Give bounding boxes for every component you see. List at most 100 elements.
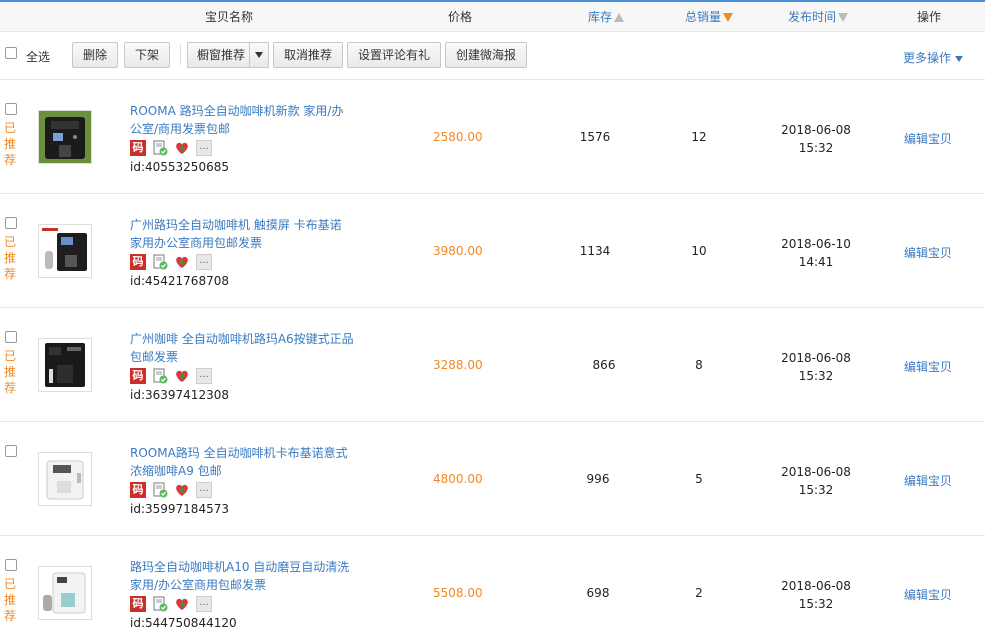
delist-button[interactable]: 下架	[124, 42, 171, 68]
invoice-verified-icon[interactable]	[152, 596, 168, 612]
select-all-checkbox[interactable]	[5, 47, 17, 59]
product-title-link[interactable]: 广州咖啡 全自动咖啡机路玛A6按键式正品 包邮发票	[130, 330, 355, 366]
more-tags-icon[interactable]: ...	[196, 596, 212, 612]
edit-item-link[interactable]: 编辑宝贝	[904, 586, 952, 603]
product-price: 2580.00	[433, 130, 483, 144]
more-tags-icon[interactable]: ...	[196, 140, 212, 156]
row-checkbox[interactable]	[5, 103, 17, 115]
edit-item-link[interactable]: 编辑宝贝	[904, 244, 952, 261]
product-title-link[interactable]: ROOMA路玛 全自动咖啡机卡布基诺意式浓缩咖啡A9 包邮	[130, 444, 355, 480]
edit-item-link[interactable]: 编辑宝贝	[904, 130, 952, 147]
row-checkbox[interactable]	[5, 331, 17, 343]
invoice-verified-icon[interactable]	[152, 368, 168, 384]
product-id: id:36397412308	[130, 388, 229, 402]
more-actions-label: 更多操作	[903, 51, 952, 65]
recommended-char: 荐	[4, 153, 17, 167]
recommended-char: 荐	[4, 609, 17, 623]
product-sales: 2	[695, 586, 703, 600]
showcase-recommend-dropdown[interactable]	[249, 42, 269, 68]
table-row: 已推荐 路玛全自动咖啡机A10 自动磨豆自动清洗 家用/办公室商用包邮发票 码 …	[0, 536, 985, 635]
more-tags-icon[interactable]: ...	[196, 482, 212, 498]
recommended-char: 荐	[4, 381, 17, 395]
product-stock: 1134	[579, 244, 611, 258]
select-all-label[interactable]: 全选	[26, 48, 50, 65]
product-id: id:40553250685	[130, 160, 229, 174]
edit-item-link[interactable]: 编辑宝贝	[904, 358, 952, 375]
product-price: 4800.00	[433, 472, 483, 486]
publish-date: 2018-06-08	[781, 351, 851, 365]
product-thumbnail[interactable]	[38, 224, 92, 278]
recommended-char: 推	[4, 137, 17, 151]
product-id: id:45421768708	[130, 274, 229, 288]
table-row: 已推荐 ROOMA 路玛全自动咖啡机新款 家用/办公室/商用发票包邮 码 ...…	[0, 80, 985, 194]
product-price: 3288.00	[433, 358, 483, 372]
invoice-verified-icon[interactable]	[152, 254, 168, 270]
publish-datetime: 2018-06-10 14:41	[781, 235, 851, 271]
header-stock-sort[interactable]: 库存	[588, 2, 625, 32]
publish-time: 15:32	[798, 483, 834, 497]
product-price: 5508.00	[433, 586, 483, 600]
product-sales: 12	[691, 130, 707, 144]
code-icon[interactable]: 码	[130, 482, 146, 498]
delete-button[interactable]: 删除	[72, 42, 119, 68]
header-sales-label: 总销量	[684, 10, 722, 24]
review-gift-button[interactable]: 设置评论有礼	[347, 42, 442, 68]
product-sales: 8	[695, 358, 703, 372]
charity-heart-icon[interactable]	[174, 596, 190, 612]
showcase-recommend-button[interactable]: 橱窗推荐	[187, 42, 256, 68]
edit-item-link[interactable]: 编辑宝贝	[904, 472, 952, 489]
code-icon[interactable]: 码	[130, 596, 146, 612]
product-thumbnail[interactable]	[38, 338, 92, 392]
recommended-badge: 已推荐	[4, 576, 18, 624]
header-action: 操作	[916, 10, 942, 24]
publish-date: 2018-06-08	[781, 579, 851, 593]
charity-heart-icon[interactable]	[174, 368, 190, 384]
table-row: 已推荐 广州路玛全自动咖啡机 触摸屏 卡布基诺 家用办公室商用包邮发票 码 ..…	[0, 194, 985, 308]
chevron-down-icon	[255, 52, 263, 58]
charity-heart-icon[interactable]	[174, 140, 190, 156]
cancel-recommend-button[interactable]: 取消推荐	[273, 42, 344, 68]
more-actions-dropdown[interactable]: 更多操作	[903, 49, 964, 66]
recommended-char: 已	[4, 235, 17, 249]
more-tags-icon[interactable]: ...	[196, 254, 212, 270]
publish-time: 15:32	[798, 597, 834, 611]
product-sales: 10	[691, 244, 707, 258]
code-icon[interactable]: 码	[130, 368, 146, 384]
charity-heart-icon[interactable]	[174, 482, 190, 498]
product-thumbnail[interactable]	[38, 110, 92, 164]
product-price: 3980.00	[433, 244, 483, 258]
table-row: ROOMA路玛 全自动咖啡机卡布基诺意式浓缩咖啡A9 包邮 码 ... id:3…	[0, 422, 985, 536]
row-checkbox[interactable]	[5, 559, 17, 571]
product-title-link[interactable]: 路玛全自动咖啡机A10 自动磨豆自动清洗 家用/办公室商用包邮发票	[130, 558, 355, 594]
bulk-action-toolbar: 全选 删除 下架 橱窗推荐 取消推荐 设置评论有礼 创建微海报 更多操作	[0, 32, 985, 80]
row-checkbox[interactable]	[5, 445, 17, 457]
code-icon[interactable]: 码	[130, 140, 146, 156]
more-tags-icon[interactable]: ...	[196, 368, 212, 384]
invoice-verified-icon[interactable]	[152, 482, 168, 498]
publish-time: 15:32	[798, 141, 834, 155]
row-checkbox[interactable]	[5, 217, 17, 229]
product-title-link[interactable]: 广州路玛全自动咖啡机 触摸屏 卡布基诺 家用办公室商用包邮发票	[130, 216, 355, 252]
sort-up-icon	[614, 13, 625, 22]
code-icon[interactable]: 码	[130, 254, 146, 270]
charity-heart-icon[interactable]	[174, 254, 190, 270]
product-stock: 1576	[579, 130, 611, 144]
toolbar-divider	[180, 45, 181, 65]
table-header: 宝贝名称 价格 库存 总销量 发布时间 操作	[0, 0, 985, 32]
recommended-char: 已	[4, 349, 17, 363]
recommended-char: 已	[4, 121, 17, 135]
publish-datetime: 2018-06-08 15:32	[781, 463, 851, 499]
product-thumbnail[interactable]	[38, 452, 92, 506]
sort-down-active-icon	[723, 13, 734, 22]
create-poster-button[interactable]: 创建微海报	[445, 42, 528, 68]
invoice-verified-icon[interactable]	[152, 140, 168, 156]
publish-time: 14:41	[798, 255, 834, 269]
publish-date: 2018-06-08	[781, 465, 851, 479]
product-thumbnail[interactable]	[38, 566, 92, 620]
product-id: id:35997184573	[130, 502, 229, 516]
header-date-sort[interactable]: 发布时间	[788, 2, 849, 32]
header-sales-sort[interactable]: 总销量	[684, 2, 734, 32]
recommended-char: 推	[4, 365, 17, 379]
publish-datetime: 2018-06-08 15:32	[781, 349, 851, 385]
product-title-link[interactable]: ROOMA 路玛全自动咖啡机新款 家用/办公室/商用发票包邮	[130, 102, 355, 138]
